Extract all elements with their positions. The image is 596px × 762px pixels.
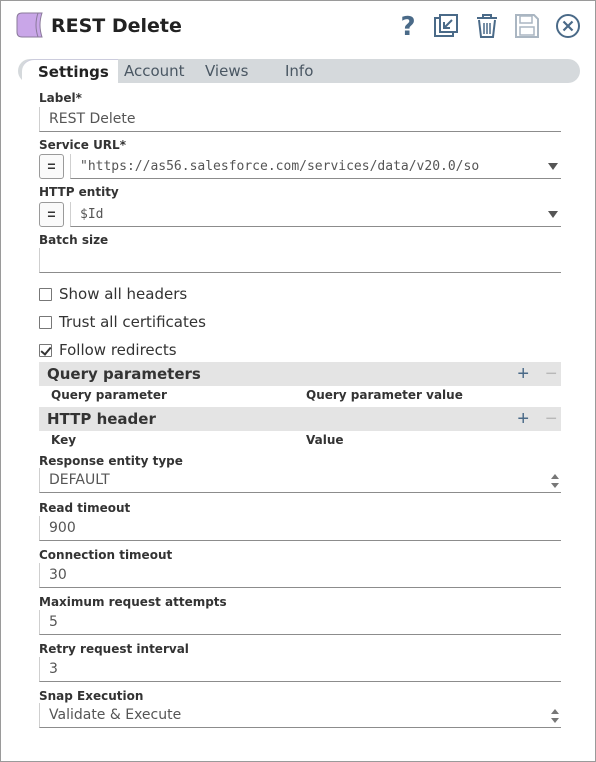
help-button[interactable]: ?: [394, 12, 422, 40]
show-all-headers-label: Show all headers: [59, 285, 188, 303]
close-icon: [556, 14, 580, 38]
snap-settings-dialog: REST Delete ? Settings Account Views Inf…: [0, 0, 596, 762]
delete-button[interactable]: [473, 12, 501, 40]
dialog-header: REST Delete ?: [1, 1, 595, 53]
http-entity-label: HTTP entity: [39, 185, 119, 199]
remove-http-header-button[interactable]: −: [545, 407, 557, 431]
http-header-section: HTTP header + −: [39, 407, 561, 431]
show-all-headers-checkbox[interactable]: Show all headers: [39, 285, 188, 303]
response-entity-type-select[interactable]: DEFAULT: [39, 468, 561, 493]
snap-purple-icon: [16, 12, 43, 38]
tab-views[interactable]: Views: [205, 59, 248, 83]
response-entity-type-label: Response entity type: [39, 454, 183, 468]
trust-all-certificates-checkbox[interactable]: Trust all certificates: [39, 313, 206, 331]
max-request-attempts-input[interactable]: 5: [39, 610, 561, 635]
add-query-parameter-button[interactable]: +: [517, 362, 529, 386]
service-url-input[interactable]: "https://as56.salesforce.com/services/da…: [70, 154, 561, 179]
http-header-title: HTTP header: [47, 410, 156, 428]
snap-execution-value: Validate & Execute: [49, 707, 182, 723]
snap-execution-select[interactable]: Validate & Execute: [39, 703, 561, 728]
tab-info[interactable]: Info: [285, 59, 313, 83]
retry-request-interval-input[interactable]: 3: [39, 657, 561, 682]
follow-redirects-checkbox[interactable]: Follow redirects: [39, 341, 177, 359]
http-entity-value: $Id: [80, 207, 104, 222]
label-input[interactable]: REST Delete: [39, 107, 561, 132]
query-parameters-section: Query parameters + −: [39, 362, 561, 386]
service-url-label: Service URL*: [39, 138, 126, 152]
http-entity-expression-toggle[interactable]: =: [39, 202, 64, 227]
checkbox-checked-icon: [39, 343, 52, 357]
query-parameter-column-header: Query parameter: [51, 388, 167, 402]
help-icon: ?: [400, 13, 415, 39]
connection-timeout-label: Connection timeout: [39, 548, 173, 562]
query-parameters-title: Query parameters: [47, 365, 201, 383]
chevron-down-icon[interactable]: [548, 211, 558, 218]
dialog-title: REST Delete: [51, 15, 182, 37]
save-icon: [515, 14, 539, 38]
tab-account[interactable]: Account: [124, 59, 185, 83]
connection-timeout-input[interactable]: 30: [39, 563, 561, 588]
batch-size-label: Batch size: [39, 233, 109, 247]
chevron-down-icon[interactable]: [548, 163, 558, 170]
save-button[interactable]: [513, 12, 541, 40]
label-field-label: Label*: [39, 91, 82, 105]
export-button[interactable]: [432, 12, 460, 40]
follow-redirects-label: Follow redirects: [59, 341, 177, 359]
close-button[interactable]: [554, 12, 582, 40]
query-parameter-value-column-header: Query parameter value: [306, 388, 463, 402]
max-request-attempts-label: Maximum request attempts: [39, 595, 227, 609]
tab-bar: Settings Account Views Info: [18, 59, 580, 83]
retry-request-interval-label: Retry request interval: [39, 642, 189, 656]
response-entity-type-value: DEFAULT: [49, 472, 110, 488]
checkbox-unchecked-icon: [39, 315, 52, 329]
key-column-header: Key: [51, 433, 77, 447]
remove-query-parameter-button[interactable]: −: [545, 362, 557, 386]
svg-text:?: ?: [400, 13, 415, 39]
select-spinner-icon: [551, 474, 559, 488]
service-url-value: "https://as56.salesforce.com/services/da…: [80, 159, 480, 174]
select-spinner-icon: [551, 709, 559, 723]
read-timeout-label: Read timeout: [39, 501, 131, 515]
checkbox-unchecked-icon: [39, 287, 52, 301]
snap-execution-label: Snap Execution: [39, 689, 144, 703]
value-column-header: Value: [306, 433, 344, 447]
service-url-expression-toggle[interactable]: =: [39, 154, 64, 179]
read-timeout-input[interactable]: 900: [39, 516, 561, 541]
delete-icon: [477, 14, 497, 38]
export-icon: [434, 14, 458, 37]
add-http-header-button[interactable]: +: [517, 407, 529, 431]
trust-all-certificates-label: Trust all certificates: [59, 313, 206, 331]
tab-settings[interactable]: Settings: [22, 59, 118, 83]
http-entity-input[interactable]: $Id: [70, 202, 561, 227]
batch-size-input[interactable]: [39, 248, 561, 273]
